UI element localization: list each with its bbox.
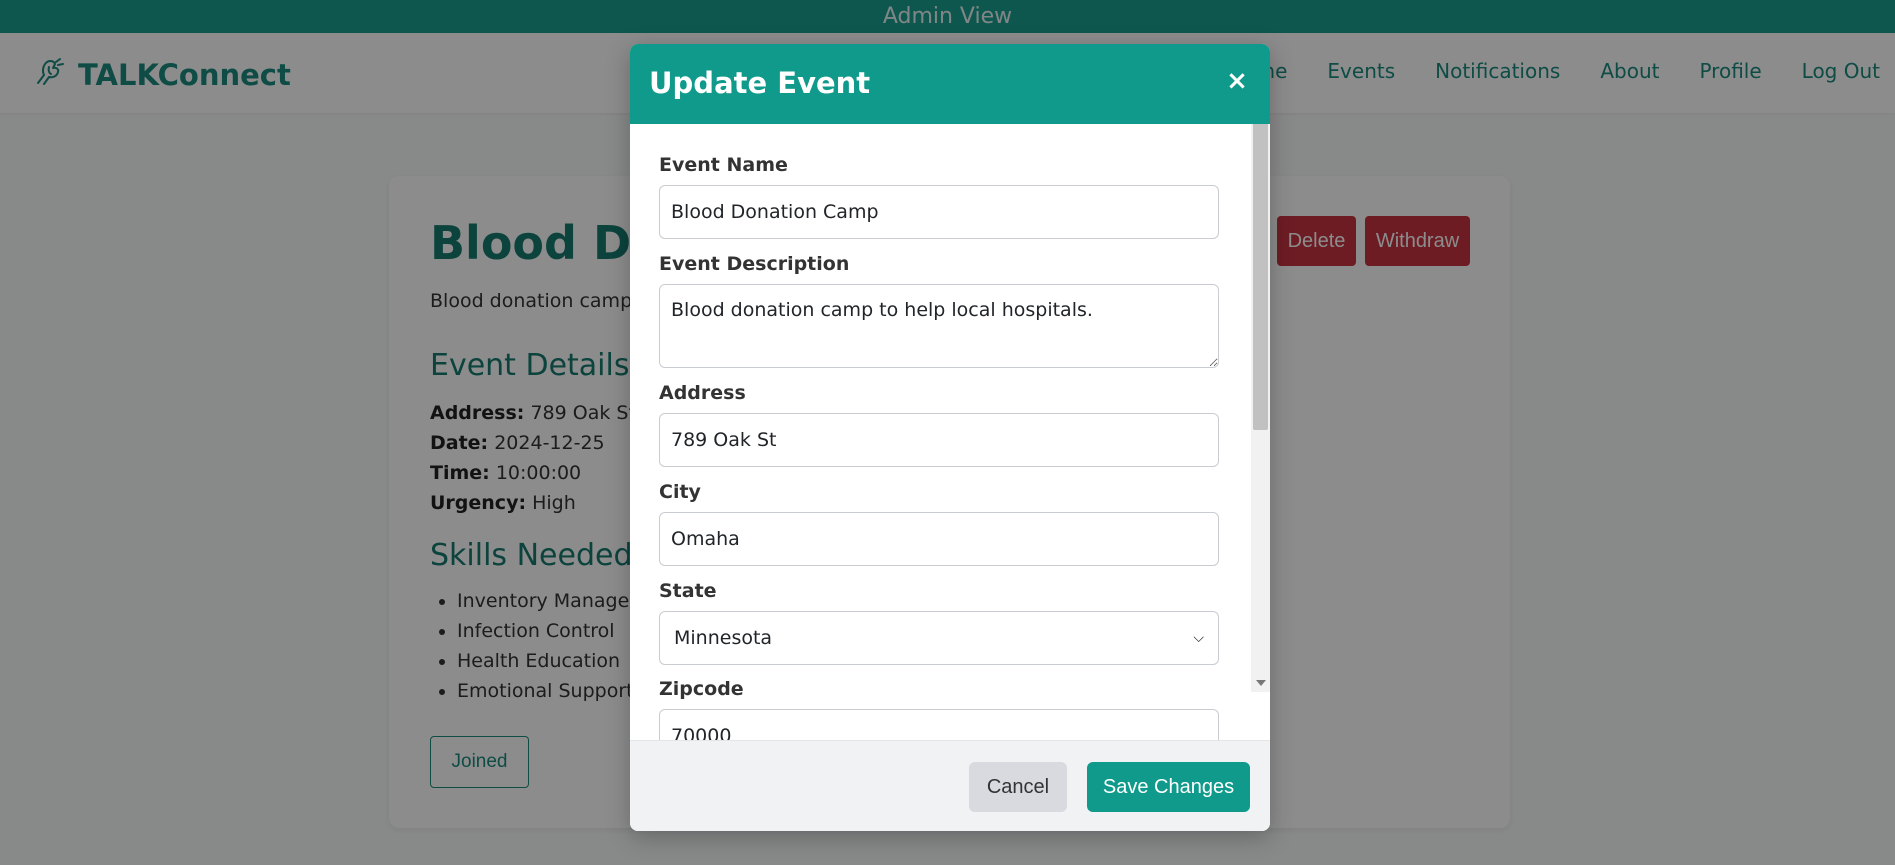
update-event-modal: Update Event × Event Name Event Descript… <box>630 44 1270 831</box>
event-description-textarea[interactable]: Blood donation camp to help local hospit… <box>659 284 1219 368</box>
modal-footer: Cancel Save Changes <box>630 740 1270 831</box>
modal-title: Update Event <box>649 66 871 100</box>
address-input[interactable] <box>659 413 1219 467</box>
zipcode-input[interactable] <box>659 709 1219 740</box>
close-icon[interactable]: × <box>1222 66 1252 96</box>
city-label: City <box>659 481 701 503</box>
save-changes-button[interactable]: Save Changes <box>1087 762 1250 812</box>
event-name-input[interactable] <box>659 185 1219 239</box>
scroll-down-arrow-icon[interactable] <box>1256 680 1266 686</box>
chevron-down-icon: ⌵ <box>1193 630 1204 646</box>
city-input[interactable] <box>659 512 1219 566</box>
modal-body: Event Name Event Description Blood donat… <box>630 124 1270 740</box>
zipcode-label: Zipcode <box>659 678 744 700</box>
address-label: Address <box>659 382 746 404</box>
event-name-label: Event Name <box>659 154 788 176</box>
event-description-label: Event Description <box>659 253 850 275</box>
state-label: State <box>659 580 717 602</box>
cancel-button[interactable]: Cancel <box>969 762 1067 812</box>
modal-scrollbar[interactable] <box>1251 124 1270 692</box>
scrollbar-thumb[interactable] <box>1253 124 1268 430</box>
modal-header: Update Event × <box>630 44 1270 124</box>
state-select[interactable]: Minnesota ⌵ <box>659 611 1219 665</box>
state-selected-value: Minnesota <box>674 627 773 649</box>
